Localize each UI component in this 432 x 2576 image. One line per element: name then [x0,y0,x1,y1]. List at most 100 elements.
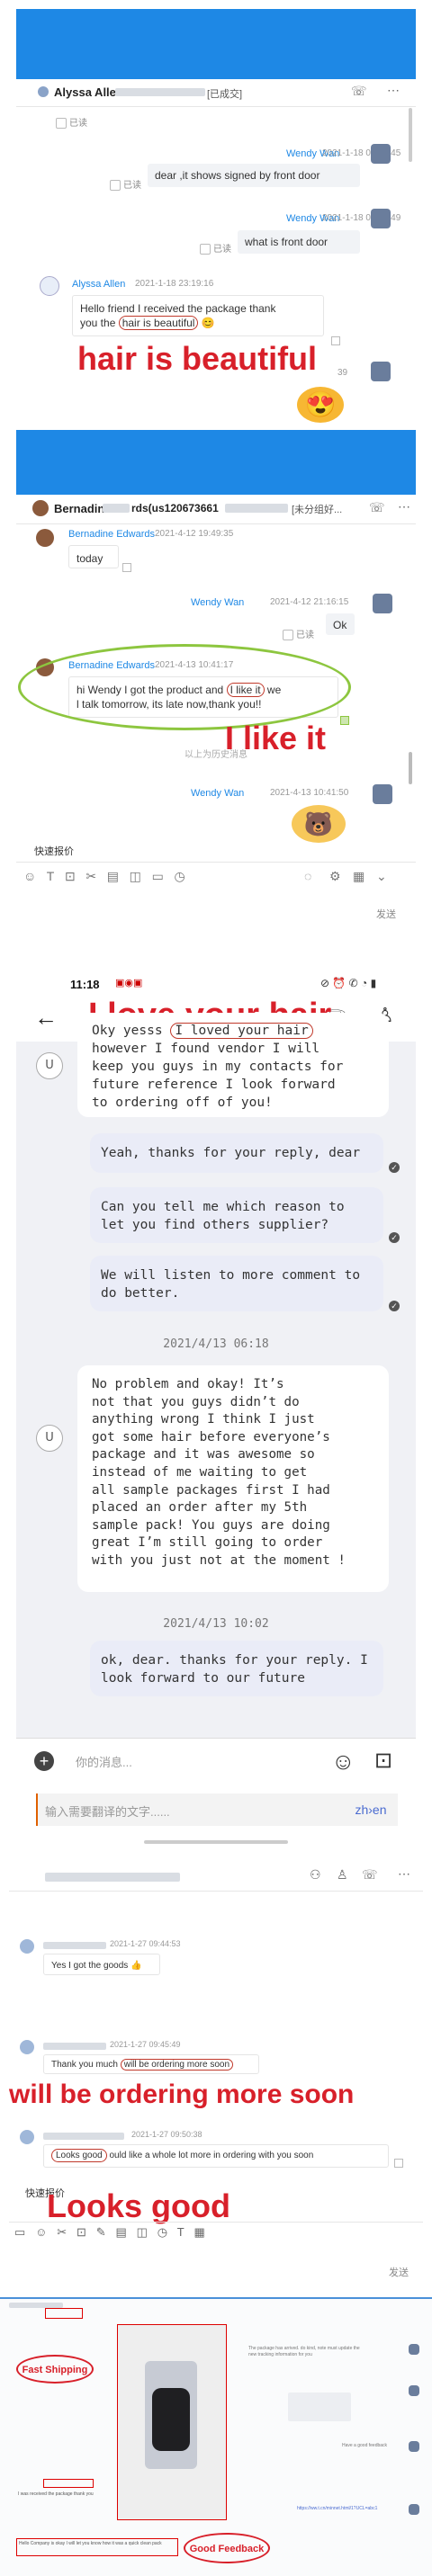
message-bubble: Hello friend I received the package than… [72,295,324,336]
quick-quote-link[interactable]: 快速报价 [34,844,74,858]
unread-box [331,336,340,345]
phone-icon[interactable]: ☏ [362,1867,378,1883]
message-bubble: Looks good ould like a whole lot more in… [43,2144,389,2168]
more-icon[interactable]: ⋯ [398,499,410,514]
scissors-icon[interactable]: ✂ [86,869,96,883]
send-button[interactable]: 发送 [376,907,396,921]
phone-icon[interactable]: ☏ [369,500,385,515]
phone-icon[interactable]: ☏ [351,84,367,99]
box-icon[interactable]: ◫ [137,2225,148,2239]
read-check-icon: ✓ [389,1232,400,1243]
date-divider: 2021/4/13 06:18 [163,1337,269,1351]
message-input[interactable]: 你的消息... [76,1753,132,1770]
chevron-down-icon[interactable]: ⌄ [376,869,387,884]
folder-icon[interactable]: ▭ [152,869,164,883]
date-divider: 2021/4/13 10:02 [163,1617,269,1631]
user-icon[interactable]: ♙ [337,1867,348,1883]
home-indicator [144,1840,288,1844]
divider [16,862,416,863]
red-box-message: Hello Company is okay I will let you kno… [16,2538,178,2556]
clock: 11:18 [70,978,100,991]
sender-name: Wendy Wan [191,597,245,608]
image-icon[interactable]: ⊡ [76,2225,86,2239]
timestamp: 2021-4-12 19:49:35 [155,529,234,539]
add-contact-icon[interactable]: ⚇ [310,1867,321,1883]
emoji-icon[interactable]: ☺ [35,2225,47,2239]
contact-name: Bernadin [54,502,105,515]
text-icon[interactable]: T [177,2225,184,2239]
notification-icons: ▣◉▣ [115,978,143,988]
send-button[interactable]: 发送 [389,2265,409,2279]
outgoing-message: Can you tell me which reason to let you … [90,1187,383,1243]
divider [9,2222,423,2223]
message-line: you the hair is beautiful 😊 [80,316,316,331]
calendar-icon[interactable]: ▦ [194,2225,205,2239]
outgoing-message: Yeah, thanks for your reply, dear [90,1133,383,1173]
red-box [43,2479,94,2488]
image-icon[interactable]: ⊡ [374,1748,392,1774]
highlight-circle: hair is beautiful [118,316,199,331]
toolbar: ☺ T ⊡ ✂ ▤ ◫ ▭ ◷ ◌ ⚙ ▦ ⌄ [23,869,410,887]
read-status: 已读 [56,115,87,130]
green-highlight-ellipse [18,644,351,730]
unread-box [122,563,131,572]
text-icon[interactable]: T [47,869,55,883]
read-check-icon: ✓ [389,1301,400,1311]
translate-input[interactable]: 输入需要翻译的文字...... [36,1793,344,1826]
panel2-header: Bernadin rds(us120673661 [未分组好... ☏ ⋯ [16,495,416,524]
timestamp: 2021-1-27 09:44:53 [110,1939,181,1948]
outgoing-message: ok, dear. thanks for your reply. I look … [90,1641,383,1696]
chat-icon[interactable]: ▭ [14,2225,25,2239]
timestamp: 2021-4-12 21:16:15 [270,597,349,607]
timestamp: 2021-1-18 23:19:16 [135,279,214,289]
more-icon[interactable]: ⋯ [398,1866,410,1882]
image-icon[interactable]: ⊡ [65,869,76,883]
package-photo [117,2324,227,2520]
avatar [409,2504,419,2515]
contact-id-blurred [225,504,288,513]
good-feedback-label: Good Feedback [189,2544,265,2554]
box-icon[interactable]: ◫ [130,869,141,883]
scissors-icon[interactable]: ✂ [57,2225,67,2239]
emoji-icon[interactable]: ☺ [331,1748,356,1775]
avatar [20,1939,34,1954]
add-icon[interactable]: + [34,1751,54,1771]
emoji: 😊 [198,317,215,330]
mobile-input-bar: + 你的消息... ☺ ⊡ [16,1738,416,1785]
toolbar: ▭ ☺ ✂ ⊡ ✎ ▤ ◫ ◷ T ▦ [14,2225,410,2241]
contact-avatar: U [36,1052,63,1079]
back-arrow-icon[interactable]: ← [34,1004,58,1032]
message-bubble: I was received the package thank you [18,2491,94,2497]
document-icon[interactable]: ▤ [107,869,119,883]
clock-icon[interactable]: ◷ [158,2225,167,2239]
avatar [409,2441,419,2452]
document-icon[interactable]: ▤ [116,2225,127,2239]
pen-icon[interactable]: ✎ [96,2225,106,2239]
emoji-icon[interactable]: ☺ [23,869,36,883]
avatar [32,500,49,516]
more-icon[interactable]: ⋯ [387,83,400,98]
avatar [409,2344,419,2355]
settings-icon[interactable]: ⚙ [329,869,341,884]
message-bubble: https://ww.t.cn/minnet.html/1?UCL=abc1 [297,2506,378,2511]
message-bubble: today [68,545,119,568]
calendar-icon[interactable]: ▦ [353,869,364,884]
message-line: Hello friend I received the package than… [80,302,276,315]
timestamp: 39 [338,368,348,378]
unread-box [394,2159,403,2168]
translate-direction-button[interactable]: zh›en [344,1793,398,1826]
message-bubble: dear ,it shows signed by front door [148,164,360,187]
contact-name-blurred [103,504,130,513]
scrollbar[interactable] [409,752,412,784]
caption-will-be-ordering-more-soon: will be ordering more soon [9,2080,355,2109]
clock-icon[interactable]: ◷ [174,869,184,883]
panel1-scrollbar[interactable] [409,108,412,162]
incoming-message: No problem and okay! It’s not that you g… [77,1365,389,1592]
unread-box [340,716,349,725]
timestamp: 2021-1-27 09:45:49 [110,2040,181,2049]
contact-id: rds(us120673661 [131,502,219,514]
avatar [373,784,392,804]
panel4-header: ⚇ ♙ ☏ ⋯ [9,1864,423,1892]
good-feedback-badge: Good Feedback [184,2533,270,2563]
chat-icon[interactable]: ◌ [304,869,311,883]
